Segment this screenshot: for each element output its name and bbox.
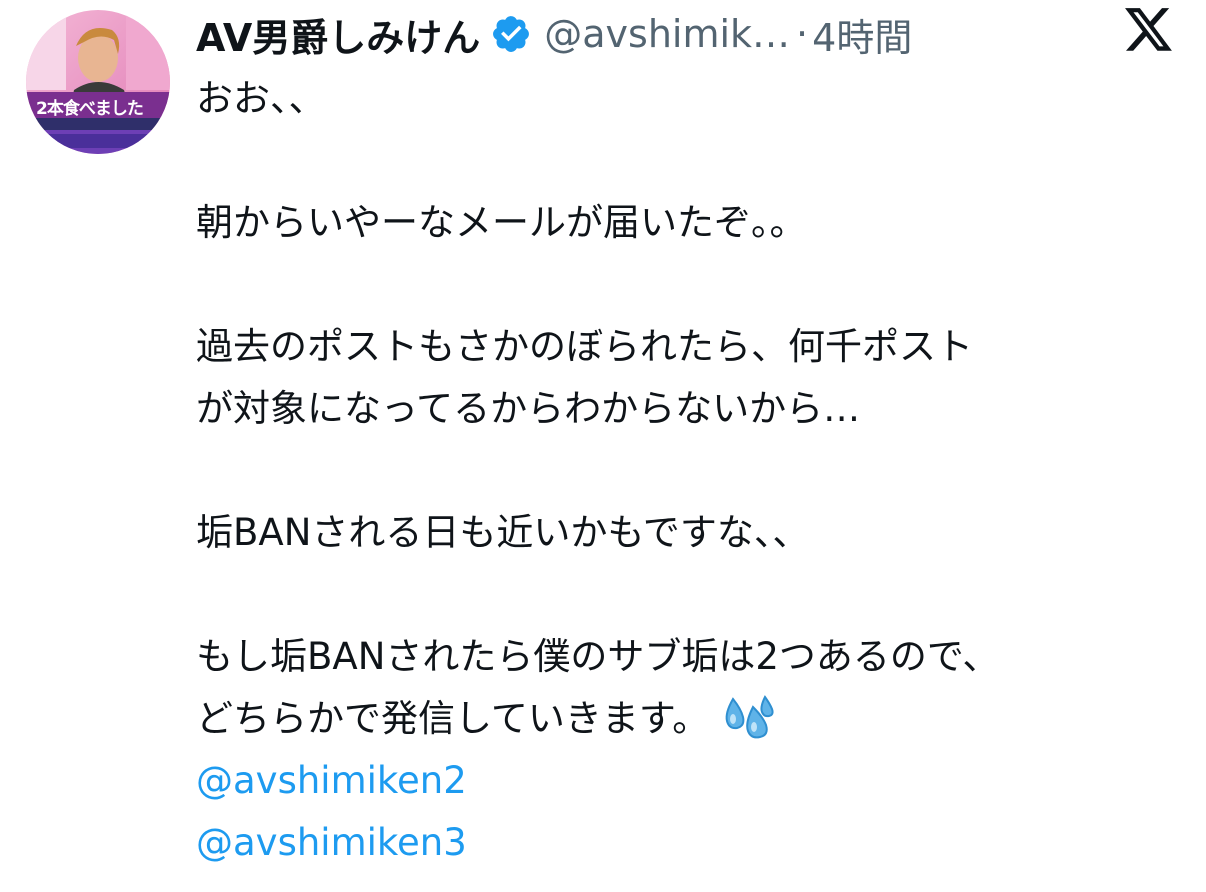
mention-link[interactable]: @avshimiken3 <box>196 812 1186 874</box>
tweet-text: おお、、 朝からいやーなメールが届いたぞ。。 過去のポストもさかのぼられたら、何… <box>196 68 1186 874</box>
tweet-header: AV男爵しみけん @avshimik… · 4時間 <box>196 6 912 62</box>
tweet-line: 垢BANされる日も近いかもですな、、 <box>196 511 810 554</box>
author-display-name[interactable]: AV男爵しみけん <box>196 7 480 62</box>
verified-badge-icon <box>490 13 532 55</box>
tweet-line: が対象になってるからわからないから… <box>196 387 861 430</box>
tweet-line: おお、、 <box>196 77 326 120</box>
sweat-droplets-icon <box>723 694 777 741</box>
tweet-line: 朝からいやーなメールが届いたぞ。。 <box>196 201 807 244</box>
profile-photo <box>26 10 170 154</box>
separator-dot: · <box>796 12 809 56</box>
tweet-line: 過去のポストもさかのぼられたら、何千ポスト <box>196 325 973 368</box>
author-avatar[interactable]: 2本食べました <box>26 10 170 154</box>
mention-link[interactable]: @avshimiken2 <box>196 750 1186 812</box>
tweet-line-with-emoji: どちらかで発信していきます。 <box>196 688 1186 750</box>
tweet-timestamp[interactable]: 4時間 <box>812 7 912 62</box>
x-logo-icon[interactable] <box>1124 8 1174 54</box>
tweet-line: もし垢BANされたら僕のサブ垢は2つあるので、 <box>196 635 1000 678</box>
author-handle[interactable]: @avshimik… <box>544 12 790 56</box>
tweet-line-text: どちらかで発信していきます。 <box>196 697 710 740</box>
avatar-caption-text: 2本食べました <box>36 99 144 119</box>
